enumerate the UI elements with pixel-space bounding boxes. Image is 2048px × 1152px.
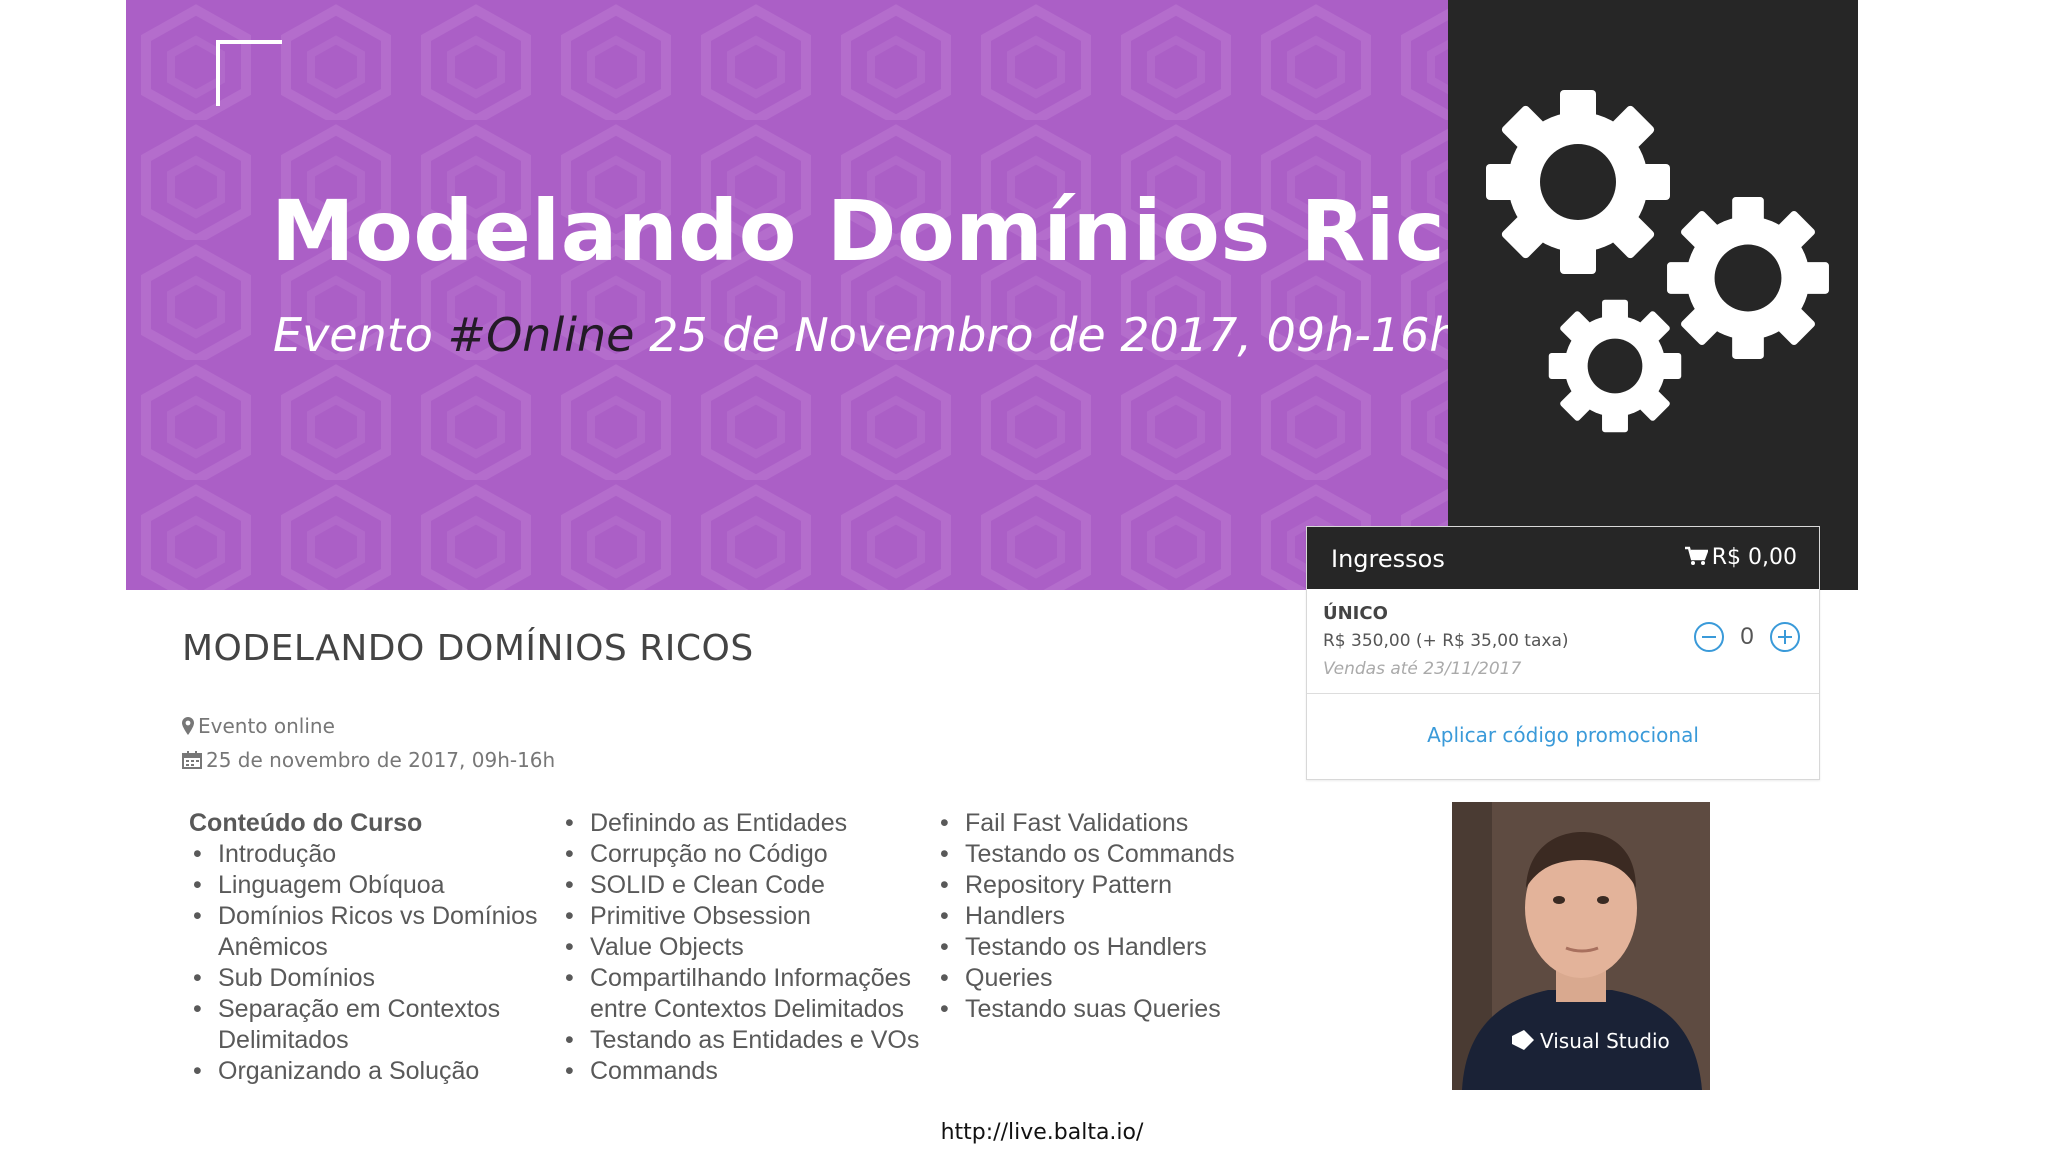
course-topic: Introdução	[189, 839, 559, 870]
course-topic: Testando suas Queries	[936, 994, 1276, 1025]
course-topic: Linguagem Obíquoa	[189, 870, 559, 901]
course-content-column-1: Conteúdo do Curso Introdução Linguagem O…	[189, 808, 559, 1087]
increase-quantity-button[interactable]	[1769, 621, 1801, 653]
course-content-heading: Conteúdo do Curso	[189, 809, 423, 837]
course-topic: Separação em Contextos Delimitados	[189, 994, 559, 1056]
event-location: Evento online	[182, 714, 335, 738]
event-banner: Modelando Domínios Ricos Evento #Online …	[126, 0, 1448, 590]
banner-title: Modelando Domínios Ricos	[271, 182, 1448, 280]
course-topic: Organizando a Solução	[189, 1056, 559, 1087]
course-topic: Value Objects	[561, 932, 941, 963]
instructor-portrait-image: Visual Studio	[1452, 802, 1710, 1090]
tickets-header: Ingressos R$ 0,00	[1307, 527, 1819, 589]
event-date: 25 de novembro de 2017, 09h-16h	[182, 748, 555, 772]
shirt-text: Visual Studio	[1540, 1029, 1670, 1053]
ticket-price: R$ 350,00 (+ R$ 35,00 taxa)	[1323, 631, 1569, 651]
course-content-column-3: Fail Fast Validations Testando os Comman…	[936, 808, 1276, 1025]
course-content-column-2: Definindo as Entidades Corrupção no Códi…	[561, 808, 941, 1087]
ticket-deadline: Vendas até 23/11/2017	[1323, 659, 1522, 679]
course-topic: Commands	[561, 1056, 941, 1087]
course-topic: Handlers	[936, 901, 1276, 932]
event-title: MODELANDO DOMÍNIOS RICOS	[182, 628, 754, 669]
tickets-header-label: Ingressos	[1331, 545, 1445, 573]
tickets-divider	[1307, 693, 1819, 694]
course-topic: Testando as Entidades e VOs	[561, 1025, 941, 1056]
course-topic: Repository Pattern	[936, 870, 1276, 901]
course-topic: Testando os Handlers	[936, 932, 1276, 963]
banner-subtitle: Evento #Online 25 de Novembro de 2017, 0…	[273, 308, 1448, 362]
course-topic: Primitive Obsession	[561, 901, 941, 932]
gears-icon	[1486, 90, 1829, 433]
cart-total[interactable]: R$ 0,00	[1684, 545, 1797, 570]
course-topic: Corrupção no Código	[561, 839, 941, 870]
ticket-name: ÚNICO	[1323, 603, 1388, 624]
cart-total-value: R$ 0,00	[1711, 545, 1797, 570]
course-topic: Fail Fast Validations	[936, 808, 1276, 839]
course-topic: Domínios Ricos vs Domínios Anêmicos	[189, 901, 559, 963]
course-topic: Testando os Commands	[936, 839, 1276, 870]
instructor-photo: Visual Studio	[1452, 802, 1710, 1090]
footer-url[interactable]: http://live.balta.io/	[0, 1120, 2048, 1145]
gears-panel	[1448, 0, 1858, 590]
event-location-text: Evento online	[198, 714, 335, 738]
course-topic: Sub Domínios	[189, 963, 559, 994]
tickets-widget: Ingressos R$ 0,00 ÚNICO R$ 350,00 (+ R$ …	[1306, 526, 1820, 780]
ticket-quantity: 0	[1740, 623, 1754, 650]
decrease-quantity-button[interactable]	[1693, 621, 1725, 653]
course-topic: Queries	[936, 963, 1276, 994]
corner-bracket	[216, 40, 282, 106]
hexagon-pattern	[126, 0, 1448, 590]
course-topic: SOLID e Clean Code	[561, 870, 941, 901]
course-topic: Definindo as Entidades	[561, 808, 941, 839]
banner-subtitle-prefix: Evento	[273, 308, 448, 362]
banner-subtitle-tag: #Online	[447, 308, 635, 362]
course-topic: Compartilhando Informações entre Context…	[561, 963, 941, 1025]
cart-icon	[1684, 546, 1708, 565]
banner-subtitle-suffix: 25 de Novembro de 2017, 09h-16h	[634, 308, 1448, 362]
map-pin-icon	[182, 717, 194, 735]
apply-promo-code-link[interactable]: Aplicar código promocional	[1307, 723, 1819, 747]
calendar-icon	[182, 751, 202, 769]
event-date-text: 25 de novembro de 2017, 09h-16h	[206, 748, 556, 772]
